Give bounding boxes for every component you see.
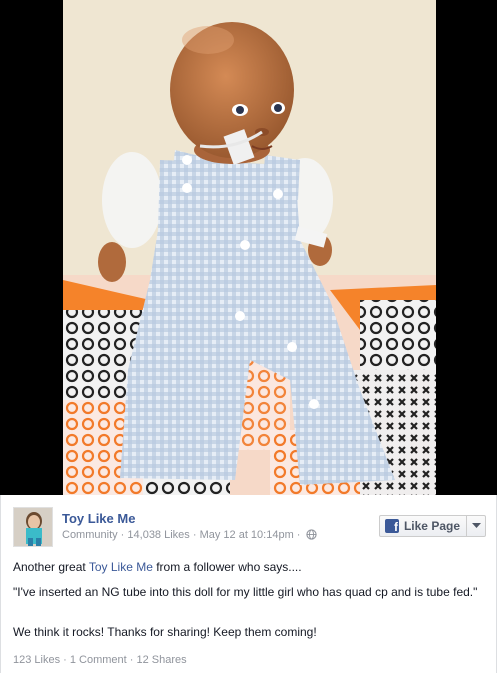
like-page-main[interactable]: f Like Page xyxy=(380,516,466,536)
post-timestamp[interactable]: May 12 at 10:14pm xyxy=(200,529,294,541)
post-closing: We think it rocks! Thanks for sharing! K… xyxy=(13,625,317,639)
like-page-label: Like Page xyxy=(403,519,460,533)
doll-photo-image xyxy=(0,0,497,495)
chevron-down-icon xyxy=(471,523,481,528)
page-avatar[interactable] xyxy=(13,507,53,547)
post-meta: Community · 14,038 Likes · May 12 at 10:… xyxy=(62,529,317,543)
page-likes-count[interactable]: 14,038 Likes xyxy=(127,529,189,541)
facebook-f-icon: f xyxy=(384,519,399,533)
like-page-button[interactable]: f Like Page xyxy=(378,515,486,537)
toy-like-me-link[interactable]: Toy Like Me xyxy=(89,560,153,574)
post-quote: "I've inserted an NG tube into this doll… xyxy=(13,585,478,599)
stat-comments[interactable]: 1 Comment xyxy=(70,654,127,666)
page-name-link[interactable]: Toy Like Me xyxy=(62,511,135,526)
page-category[interactable]: Community xyxy=(62,529,118,541)
post-intro: Another great Toy Like Me from a followe… xyxy=(13,560,302,574)
avatar-image xyxy=(14,508,52,546)
post-card: Toy Like Me Community · 14,038 Likes · M… xyxy=(0,495,497,673)
like-page-dropdown[interactable] xyxy=(466,516,485,536)
meta-separator: · xyxy=(117,529,128,541)
stat-likes[interactable]: 123 Likes xyxy=(13,654,60,666)
post-stats: 123 Likes · 1 Comment · 12 Shares xyxy=(13,654,187,666)
stat-shares[interactable]: 12 Shares xyxy=(137,654,187,666)
globe-icon xyxy=(305,529,317,543)
post-photo[interactable] xyxy=(0,0,497,495)
